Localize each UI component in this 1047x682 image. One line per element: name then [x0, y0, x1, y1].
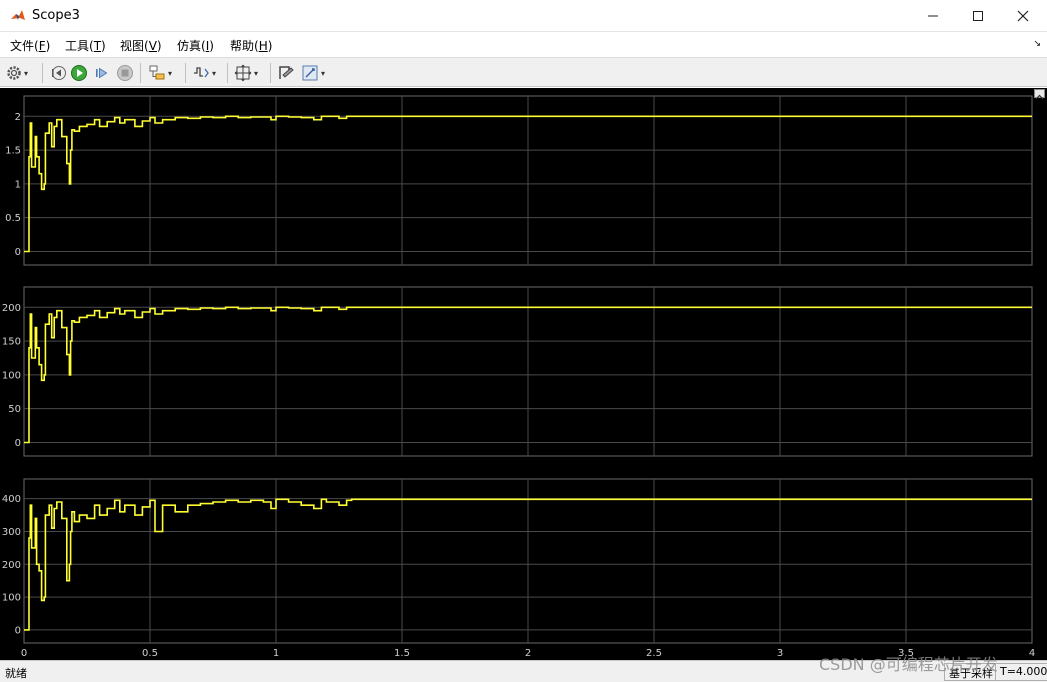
x-tick-label: 4: [1029, 648, 1035, 659]
restore-icon: [1035, 94, 1044, 100]
toolbar-separator: [185, 63, 186, 83]
minimize-icon: [928, 15, 938, 17]
triggers-button[interactable]: ▾: [192, 62, 216, 84]
style-icon: [279, 66, 294, 79]
stop-button[interactable]: [116, 62, 134, 84]
step-back-icon: [52, 66, 66, 80]
menu-file[interactable]: 文件(F): [10, 37, 50, 54]
menu-view-tail: ): [156, 39, 162, 53]
chevron-down-icon: ▾: [168, 68, 173, 78]
edit-button[interactable]: ▾: [301, 62, 325, 84]
menu-simulation-tail: ): [209, 39, 214, 53]
y-tick-label: 0: [15, 247, 21, 258]
settings-button[interactable]: ▾: [6, 62, 28, 84]
y-tick-label: 0: [15, 438, 21, 449]
close-icon: [1017, 10, 1029, 22]
menu-help-label: 帮助(: [230, 39, 259, 53]
x-tick-label: 1: [273, 648, 279, 659]
y-tick-label: 2: [15, 112, 21, 123]
step-forward-button[interactable]: [93, 62, 111, 84]
run-button[interactable]: [70, 62, 88, 84]
title-bar: Scope3: [0, 0, 1047, 32]
gear-icon: [7, 66, 21, 80]
x-tick-label: 0: [21, 648, 27, 659]
zoom-fit-icon: [234, 64, 252, 82]
x-tick-label: 2: [525, 648, 531, 659]
menu-tools-key: T: [93, 39, 102, 53]
chevron-down-icon: ▾: [254, 68, 259, 78]
y-tick-label: 300: [2, 527, 21, 538]
status-time: T=4.000: [995, 663, 1047, 681]
toolbar-separator: [42, 63, 43, 83]
menu-help-tail: ): [267, 39, 273, 53]
x-tick-label: 2.5: [646, 648, 662, 659]
run-icon: [71, 65, 87, 81]
y-tick-label: 400: [2, 494, 21, 505]
toolbar-separator: [270, 63, 271, 83]
y-tick-label: 1.5: [5, 146, 21, 157]
menu-tools[interactable]: 工具(T): [65, 37, 106, 54]
y-tick-label: 150: [2, 337, 21, 348]
maximize-icon: [973, 11, 983, 21]
menu-view[interactable]: 视图(V): [120, 37, 162, 54]
style-button[interactable]: [277, 62, 295, 84]
matlab-icon: [10, 8, 26, 24]
y-tick-label: 200: [2, 303, 21, 314]
window-title: Scope3: [32, 8, 80, 23]
y-tick-label: 200: [2, 560, 21, 571]
edit-icon: [302, 65, 318, 81]
status-ready: 就绪: [5, 667, 27, 680]
menu-view-key: V: [148, 39, 157, 53]
maximize-button[interactable]: [955, 0, 1001, 32]
y-tick-label: 1: [15, 179, 21, 190]
x-tick-label: 0.5: [142, 648, 158, 659]
toolbar-separator: [140, 63, 141, 83]
y-tick-label: 0.5: [5, 213, 21, 224]
x-tick-label: 3: [777, 648, 783, 659]
menu-tools-tail: ): [101, 39, 106, 53]
toolbar-separator: [227, 63, 228, 83]
y-tick-label: 100: [2, 593, 21, 604]
menu-simulation-label: 仿真(: [177, 39, 206, 53]
chevron-down-icon: ▾: [212, 68, 217, 78]
close-button[interactable]: [1000, 0, 1046, 32]
toolbar: ▾ ▾ ▾ ▾ ▾: [0, 57, 1047, 87]
menu-simulation[interactable]: 仿真(I): [177, 37, 214, 54]
menu-file-tail: ): [45, 39, 51, 53]
y-tick-label: 50: [8, 404, 21, 415]
y-tick-label: 100: [2, 370, 21, 381]
menu-file-key: F: [38, 39, 46, 53]
step-back-button[interactable]: [49, 62, 67, 84]
scope-plots: 0 0.5 1 1.5 2 0 50 100 150 200 0 100 200 300 400 0 0.5 1 1…: [2, 95, 1035, 659]
triggers-icon: [194, 67, 209, 78]
highlight-block-button[interactable]: ▾: [148, 62, 172, 84]
scope-display: 0 0.5 1 1.5 2 0 50 100 150 200 0 100 200 300 400 0 0.5 1 1…: [0, 88, 1047, 660]
dock-arrow-icon[interactable]: ↘: [1033, 39, 1041, 49]
zoom-fit-button[interactable]: ▾: [234, 62, 258, 84]
menu-tools-label: 工具(: [65, 39, 94, 53]
highlight-block-icon: [149, 65, 165, 80]
menu-view-label: 视图(: [120, 39, 149, 53]
restore-layout-button[interactable]: [1034, 89, 1045, 100]
menu-file-label: 文件(: [10, 39, 39, 53]
menu-help[interactable]: 帮助(H): [230, 37, 272, 54]
y-tick-label: 0: [15, 625, 21, 636]
menu-help-key: H: [258, 39, 268, 53]
chevron-down-icon: ▾: [24, 68, 29, 78]
stop-icon: [117, 65, 133, 81]
watermark: CSDN @可编程芯片开发: [819, 655, 998, 674]
minimize-button[interactable]: [910, 0, 956, 32]
x-tick-label: 1.5: [394, 648, 410, 659]
step-forward-icon: [96, 67, 108, 79]
chevron-down-icon: ▾: [321, 68, 326, 78]
menu-bar: 文件(F) 工具(T) 视图(V) 仿真(I) 帮助(H) ↘: [0, 33, 1047, 57]
